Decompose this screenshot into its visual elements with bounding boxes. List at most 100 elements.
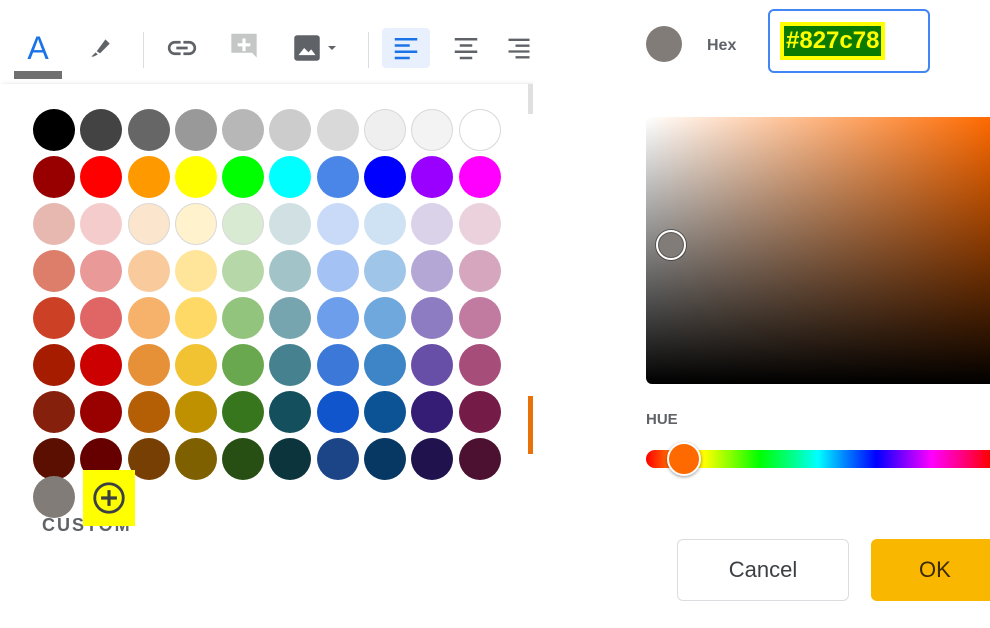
color-swatch[interactable] — [269, 203, 312, 245]
color-swatch[interactable] — [316, 297, 359, 339]
color-swatch[interactable] — [458, 250, 501, 292]
color-swatch[interactable] — [364, 438, 407, 480]
color-swatch[interactable] — [269, 391, 312, 433]
highlight-button[interactable] — [80, 28, 120, 68]
align-center-icon — [454, 38, 478, 60]
color-swatch[interactable] — [222, 203, 265, 245]
custom-color-swatch[interactable] — [33, 476, 75, 518]
add-comment-icon — [231, 33, 257, 58]
align-left-button[interactable] — [382, 28, 430, 68]
color-swatch[interactable] — [222, 391, 265, 433]
color-swatch[interactable] — [364, 250, 407, 292]
color-swatch[interactable] — [80, 203, 123, 245]
saturation-handle[interactable] — [656, 230, 686, 260]
color-swatch[interactable] — [316, 391, 359, 433]
color-swatch[interactable] — [458, 438, 501, 480]
color-swatch[interactable] — [269, 156, 312, 198]
color-swatch[interactable] — [411, 156, 454, 198]
color-swatch[interactable] — [127, 391, 170, 433]
hue-label: HUE — [646, 411, 678, 428]
color-swatch[interactable] — [174, 250, 217, 292]
color-swatch[interactable] — [364, 203, 407, 245]
color-swatch[interactable] — [411, 438, 454, 480]
color-swatch[interactable] — [411, 297, 454, 339]
color-swatch[interactable] — [80, 109, 123, 151]
color-swatch[interactable] — [411, 391, 454, 433]
color-swatch[interactable] — [458, 109, 501, 151]
color-swatch[interactable] — [127, 109, 170, 151]
color-swatch[interactable] — [269, 297, 312, 339]
color-swatch[interactable] — [364, 344, 407, 386]
text-color-button[interactable]: A — [14, 28, 62, 68]
color-swatch[interactable] — [127, 344, 170, 386]
color-swatch[interactable] — [80, 297, 123, 339]
color-swatch[interactable] — [222, 438, 265, 480]
color-palette-panel: CUSTOM — [0, 84, 533, 628]
hex-input[interactable]: #827c78 — [768, 9, 930, 73]
color-swatch[interactable] — [364, 297, 407, 339]
color-swatch[interactable] — [269, 438, 312, 480]
color-swatch[interactable] — [364, 109, 407, 151]
color-swatch[interactable] — [127, 156, 170, 198]
color-swatch[interactable] — [222, 297, 265, 339]
color-swatch[interactable] — [174, 297, 217, 339]
color-swatch[interactable] — [411, 344, 454, 386]
add-custom-color-button[interactable] — [83, 470, 135, 526]
color-swatch[interactable] — [80, 156, 123, 198]
image-icon — [294, 35, 320, 61]
color-swatch[interactable] — [411, 109, 454, 151]
insert-comment-button[interactable] — [222, 28, 266, 68]
hue-slider-handle[interactable] — [667, 442, 701, 476]
color-swatch[interactable] — [33, 156, 75, 198]
color-swatch[interactable] — [316, 203, 359, 245]
color-swatch[interactable] — [458, 297, 501, 339]
color-swatch[interactable] — [269, 109, 312, 151]
color-swatch[interactable] — [222, 109, 265, 151]
color-swatch[interactable] — [316, 344, 359, 386]
color-swatch[interactable] — [80, 391, 123, 433]
color-swatch[interactable] — [316, 156, 359, 198]
saturation-area[interactable] — [646, 117, 990, 384]
color-swatch[interactable] — [174, 156, 217, 198]
color-swatch[interactable] — [127, 250, 170, 292]
ok-button[interactable]: OK — [871, 539, 990, 601]
insert-link-button[interactable] — [160, 28, 204, 68]
color-swatch[interactable] — [174, 203, 217, 245]
insert-image-button[interactable] — [280, 28, 350, 68]
color-swatch[interactable] — [222, 156, 265, 198]
align-center-button[interactable] — [444, 28, 488, 68]
color-swatch[interactable] — [364, 391, 407, 433]
color-swatch[interactable] — [33, 250, 75, 292]
color-swatch[interactable] — [80, 250, 123, 292]
color-swatch[interactable] — [33, 109, 75, 151]
color-swatch[interactable] — [174, 391, 217, 433]
color-swatch[interactable] — [33, 344, 75, 386]
color-swatch[interactable] — [222, 250, 265, 292]
align-right-icon — [508, 38, 530, 59]
color-swatch[interactable] — [316, 250, 359, 292]
color-swatch[interactable] — [269, 344, 312, 386]
color-swatch[interactable] — [33, 438, 75, 480]
color-swatch[interactable] — [33, 297, 75, 339]
color-swatch[interactable] — [127, 297, 170, 339]
color-swatch[interactable] — [411, 203, 454, 245]
color-swatch[interactable] — [411, 250, 454, 292]
color-swatch[interactable] — [174, 438, 217, 480]
color-swatch[interactable] — [316, 438, 359, 480]
color-swatch[interactable] — [80, 344, 123, 386]
color-swatch[interactable] — [458, 391, 501, 433]
align-right-button[interactable] — [505, 28, 533, 68]
color-swatch[interactable] — [222, 344, 265, 386]
color-swatch[interactable] — [174, 344, 217, 386]
color-swatch[interactable] — [33, 203, 75, 245]
color-swatch[interactable] — [33, 391, 75, 433]
color-swatch[interactable] — [364, 156, 407, 198]
color-swatch[interactable] — [316, 109, 359, 151]
color-swatch[interactable] — [269, 250, 312, 292]
color-swatch[interactable] — [458, 344, 501, 386]
color-swatch[interactable] — [174, 109, 217, 151]
color-swatch[interactable] — [458, 203, 501, 245]
cancel-button[interactable]: Cancel — [677, 539, 849, 601]
color-swatch[interactable] — [127, 203, 170, 245]
color-swatch[interactable] — [458, 156, 501, 198]
